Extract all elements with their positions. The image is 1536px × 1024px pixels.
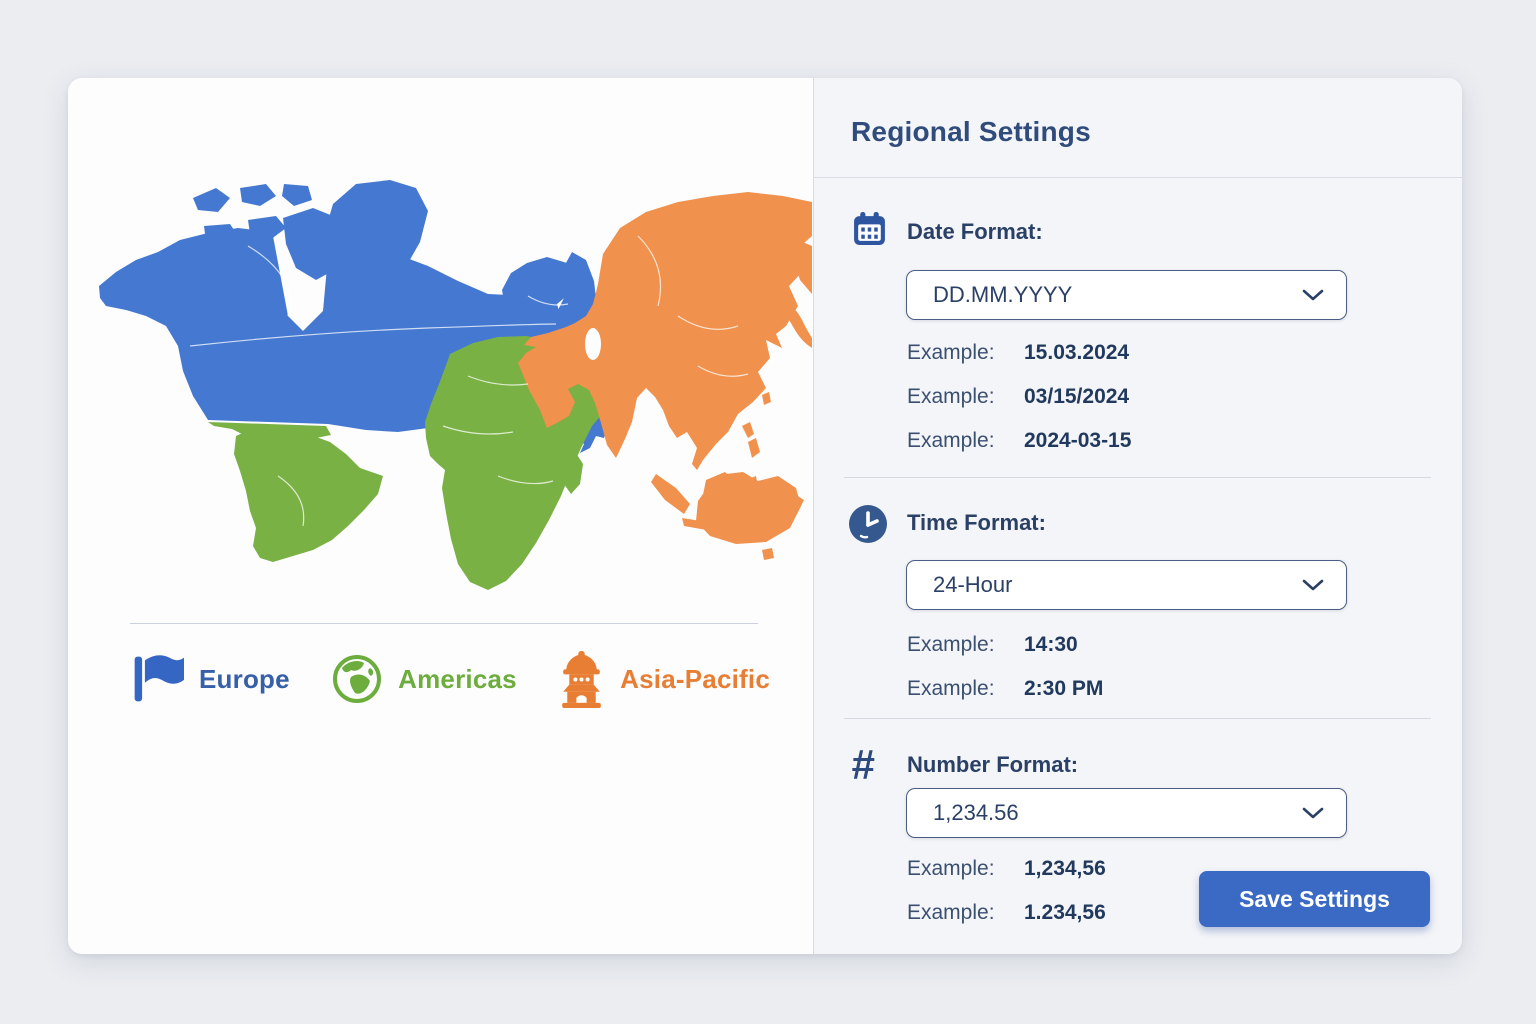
chevron-down-icon [1302, 289, 1324, 301]
date-example-row-3: Example: 2024-03-15 [907, 429, 1131, 453]
number-example-2: 1.234,56 [1024, 901, 1106, 925]
legend-divider [130, 623, 758, 624]
hash-icon: # [851, 744, 874, 786]
legend-item-europe: Europe [130, 651, 290, 707]
date-format-value: DD.MM.YYYY [933, 282, 1072, 308]
section-divider [844, 477, 1431, 478]
legend-label-asia-pacific: Asia-Pacific [620, 664, 770, 695]
example-label: Example: [907, 429, 1024, 453]
world-map [98, 176, 814, 604]
time-format-select[interactable]: 24-Hour [906, 560, 1347, 610]
time-format-label: Time Format: [907, 510, 1046, 536]
number-example-1: 1,234,56 [1024, 857, 1106, 881]
section-divider [844, 718, 1431, 719]
chevron-down-icon [1302, 579, 1324, 591]
flag-icon [130, 651, 184, 707]
save-settings-button[interactable]: Save Settings [1199, 871, 1430, 927]
legend-label-europe: Europe [199, 664, 290, 695]
number-format-value: 1,234.56 [933, 800, 1019, 826]
clock-icon [848, 504, 888, 544]
date-example-2: 03/15/2024 [1024, 385, 1129, 409]
number-example-row-2: Example: 1.234,56 [907, 901, 1106, 925]
date-format-select[interactable]: DD.MM.YYYY [906, 270, 1347, 320]
time-example-row-2: Example: 2:30 PM [907, 677, 1103, 701]
header-divider [814, 177, 1462, 178]
time-example-2: 2:30 PM [1024, 677, 1103, 701]
number-example-row-1: Example: 1,234,56 [907, 857, 1106, 881]
date-example-row-1: Example: 15.03.2024 [907, 341, 1129, 365]
legend-item-americas: Americas [331, 653, 517, 705]
settings-panel: Regional Settings Date Format: DD.MM.YYY… [814, 78, 1462, 954]
date-example-row-2: Example: 03/15/2024 [907, 385, 1129, 409]
date-example-1: 15.03.2024 [1024, 341, 1129, 365]
number-format-label: Number Format: [907, 752, 1078, 778]
example-label: Example: [907, 677, 1024, 701]
map-panel: Europe Americas [68, 78, 814, 954]
example-label: Example: [907, 633, 1024, 657]
time-format-value: 24-Hour [933, 572, 1012, 598]
example-label: Example: [907, 901, 1024, 925]
date-example-3: 2024-03-15 [1024, 429, 1131, 453]
map-legend: Europe Americas [130, 648, 770, 710]
time-example-1: 14:30 [1024, 633, 1078, 657]
regional-settings-card: Europe Americas [68, 78, 1462, 954]
pagoda-icon [558, 650, 605, 708]
example-label: Example: [907, 385, 1024, 409]
chevron-down-icon [1302, 807, 1324, 819]
calendar-icon [851, 210, 888, 247]
legend-item-asia-pacific: Asia-Pacific [558, 650, 770, 708]
example-label: Example: [907, 857, 1024, 881]
globe-icon [331, 653, 383, 705]
legend-label-americas: Americas [398, 664, 517, 695]
time-example-row-1: Example: 14:30 [907, 633, 1078, 657]
example-label: Example: [907, 341, 1024, 365]
number-format-select[interactable]: 1,234.56 [906, 788, 1347, 838]
page-title: Regional Settings [851, 116, 1091, 148]
date-format-label: Date Format: [907, 219, 1043, 245]
